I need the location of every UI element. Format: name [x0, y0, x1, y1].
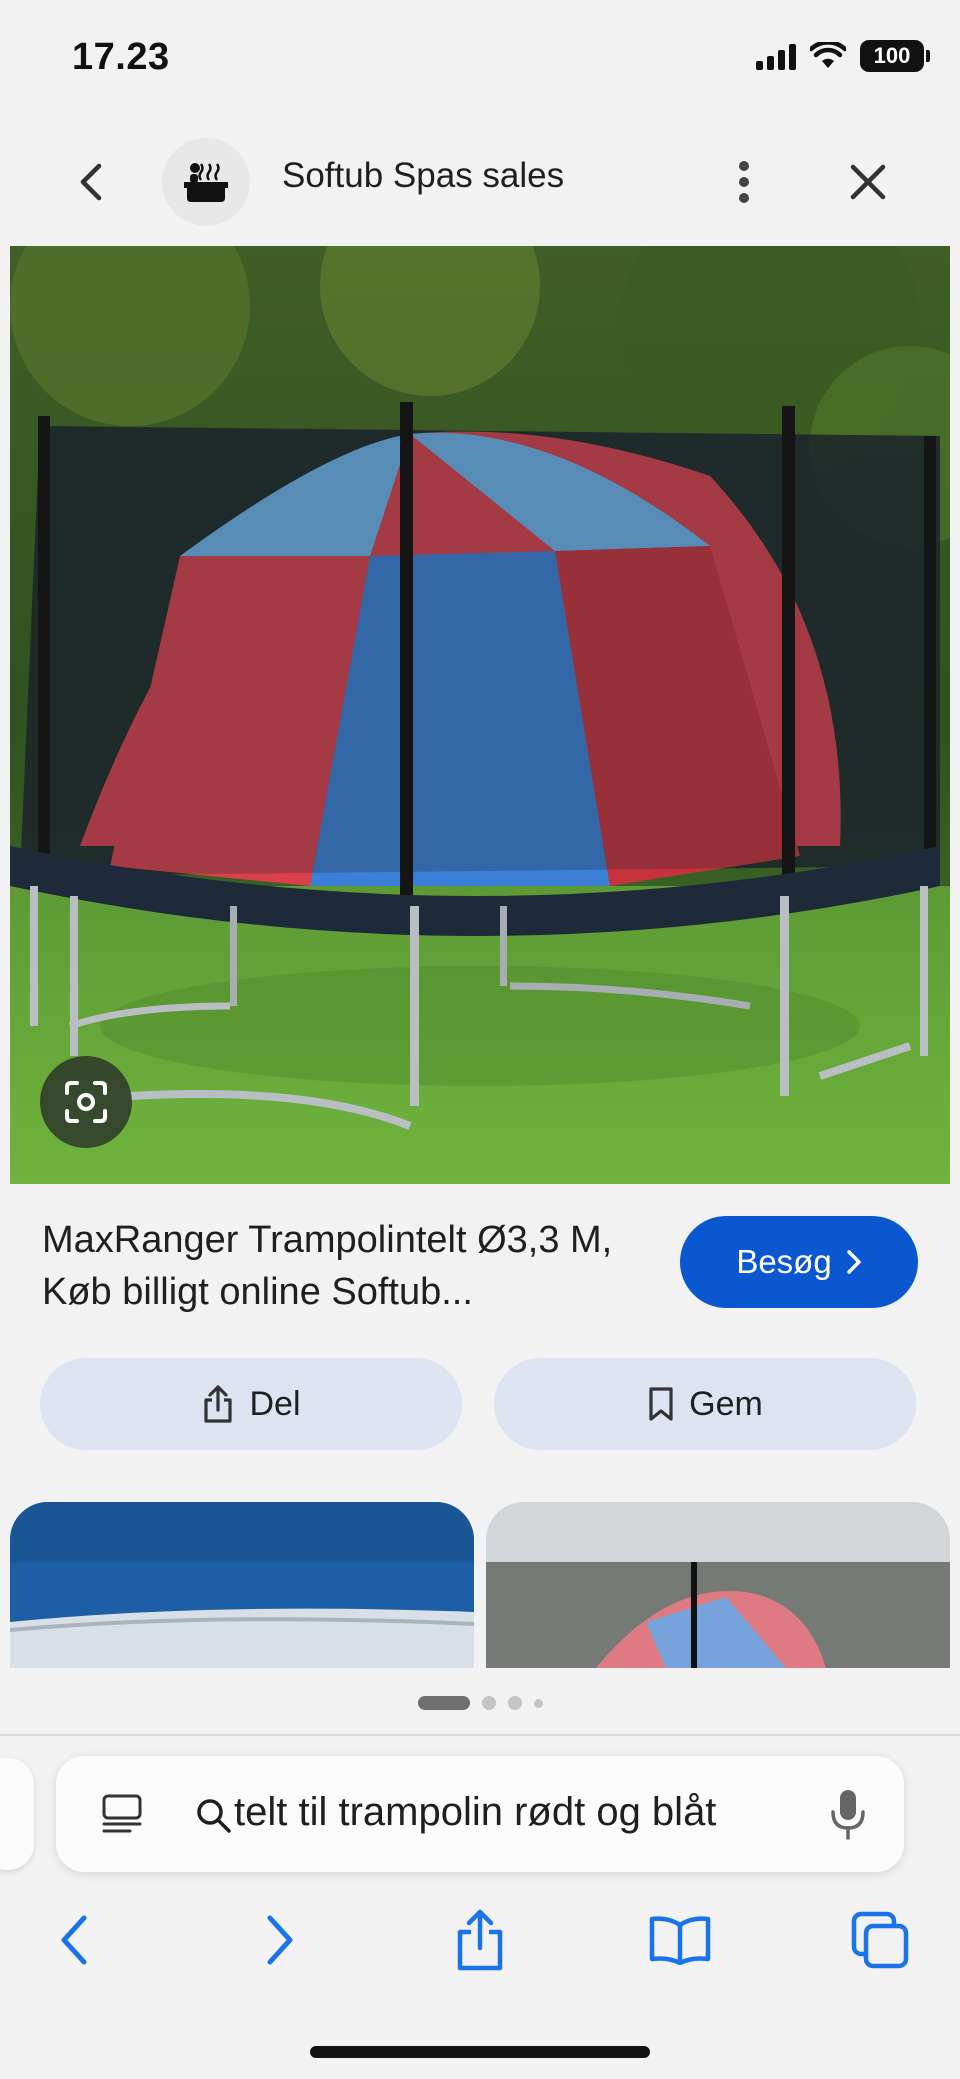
cellular-signal-icon — [756, 42, 796, 70]
site-avatar[interactable] — [162, 138, 250, 226]
google-lens-icon — [65, 1081, 107, 1123]
close-icon — [850, 164, 886, 200]
more-vert-icon — [739, 161, 749, 203]
search-icon — [197, 1799, 231, 1833]
chevron-right-icon — [846, 1250, 861, 1274]
related-image[interactable] — [486, 1502, 950, 1668]
address-text[interactable]: telt til trampolin rødt og blåt — [234, 1790, 716, 1835]
pager-dot-active — [417, 1696, 470, 1710]
status-icons: 100 — [756, 40, 930, 72]
bookmarks-icon — [649, 1916, 711, 1965]
status-time: 17.23 — [72, 36, 170, 78]
battery-level: 100 — [873, 43, 911, 68]
save-label: Gem — [689, 1384, 763, 1423]
pager-dot — [533, 1698, 543, 1708]
address-bar[interactable]: telt til trampolin rødt og blåt — [56, 1756, 904, 1872]
share-icon — [457, 1909, 503, 1971]
back-icon — [80, 163, 102, 201]
share-button[interactable]: Del — [40, 1358, 462, 1450]
forward-icon — [267, 1915, 293, 1965]
blue-tarp-photo — [10, 1502, 474, 1668]
trampoline-tent-photo — [10, 246, 950, 1184]
browser-share-button[interactable] — [448, 1908, 512, 1972]
image-pager — [0, 1696, 960, 1710]
visit-label: Besøg — [736, 1243, 832, 1280]
back-button[interactable] — [64, 154, 120, 210]
previous-tab-peek[interactable] — [0, 1758, 34, 1870]
browser-tabs-button[interactable] — [848, 1908, 912, 1972]
back-icon — [61, 1915, 87, 1965]
browser-bookmarks-button[interactable] — [648, 1908, 712, 1972]
divider — [0, 1734, 960, 1736]
result-title[interactable]: MaxRanger Trampolintelt Ø3,3 M, Køb bill… — [42, 1214, 642, 1318]
lens-button[interactable] — [40, 1056, 132, 1148]
site-name[interactable]: Softub Spas sales — [282, 156, 564, 196]
pager-dot — [507, 1696, 522, 1710]
share-label: Del — [249, 1384, 301, 1423]
share-icon — [204, 1385, 233, 1423]
hot-tub-icon — [184, 163, 228, 202]
more-options-button[interactable] — [720, 152, 768, 212]
visit-button[interactable]: Besøg — [680, 1216, 918, 1308]
browser-forward-button[interactable] — [248, 1908, 312, 1972]
save-button[interactable]: Gem — [494, 1358, 916, 1450]
bookmark-icon — [649, 1387, 673, 1421]
home-indicator[interactable] — [310, 2046, 650, 2058]
result-header: Softub Spas sales — [0, 130, 960, 226]
tent-in-bag-photo — [486, 1502, 950, 1668]
page-menu-icon[interactable] — [100, 1792, 144, 1836]
result-image[interactable] — [10, 246, 950, 1184]
status-bar: 17.23 100 — [0, 0, 960, 120]
related-image[interactable] — [10, 1502, 474, 1668]
browser-back-button[interactable] — [42, 1908, 106, 1972]
screen: 17.23 100 Softub Spas sales MaxRanger Tr… — [0, 0, 960, 2079]
microphone-icon[interactable] — [826, 1786, 870, 1842]
pager-dot — [481, 1696, 496, 1710]
browser-toolbar — [0, 1890, 960, 1980]
battery-icon: 100 — [860, 40, 930, 72]
close-button[interactable] — [838, 152, 898, 212]
tabs-icon — [851, 1911, 909, 1969]
wifi-icon — [810, 42, 846, 68]
